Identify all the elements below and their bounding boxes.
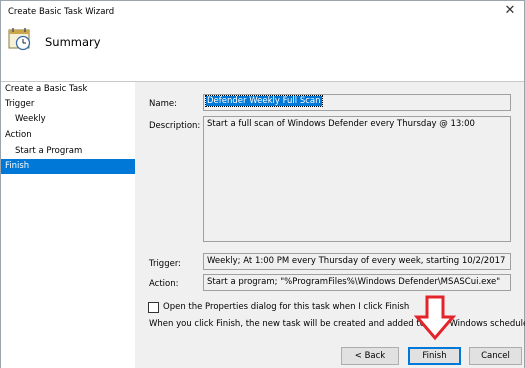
action-field[interactable]: Start a program; "%ProgramFiles%\Windows… (203, 274, 511, 291)
wizard-header: Summary (1, 23, 524, 82)
title-bar[interactable]: Create Basic Task Wizard ✕ (1, 1, 524, 23)
open-properties-checkbox[interactable] (148, 302, 159, 313)
sidebar-item-trigger[interactable]: Trigger (1, 97, 135, 112)
back-button[interactable]: < Back (341, 347, 399, 365)
finish-button[interactable]: Finish (408, 347, 461, 365)
sidebar-item-start-a-program[interactable]: Start a Program (1, 144, 135, 159)
sidebar-item-weekly[interactable]: Weekly (1, 112, 135, 127)
description-label: Description: (149, 121, 201, 131)
name-label: Name: (149, 99, 177, 109)
close-icon[interactable]: ✕ (502, 3, 518, 19)
name-field[interactable]: Defender Weekly Full Scan (203, 94, 511, 111)
task-clock-icon (8, 28, 31, 51)
red-arrow-down-icon (414, 295, 456, 341)
action-label: Action: (149, 279, 179, 289)
action-value: Start a program; "%ProgramFiles%\Windows… (207, 277, 501, 287)
name-value: Defender Weekly Full Scan (205, 95, 323, 107)
wizard-window: Create Basic Task Wizard ✕ Summary Creat… (0, 0, 525, 368)
summary-panel: Name: Defender Weekly Full Scan Descript… (135, 82, 525, 368)
finish-info-text: When you click Finish, the new task will… (149, 319, 525, 329)
trigger-value: Weekly; At 1:00 PM every Thursday of eve… (207, 256, 506, 266)
window-title: Create Basic Task Wizard (8, 7, 115, 17)
trigger-field[interactable]: Weekly; At 1:00 PM every Thursday of eve… (203, 253, 511, 270)
sidebar-item-create-basic-task[interactable]: Create a Basic Task (1, 82, 135, 97)
wizard-steps-sidebar: Create a Basic Task Trigger Weekly Actio… (1, 82, 135, 368)
sidebar-item-action[interactable]: Action (1, 128, 135, 143)
page-title: Summary (45, 35, 101, 49)
sidebar-item-finish[interactable]: Finish (1, 159, 135, 174)
open-properties-label[interactable]: Open the Properties dialog for this task… (163, 302, 409, 312)
trigger-label: Trigger: (149, 259, 182, 269)
description-field[interactable]: Start a full scan of Windows Defender ev… (203, 116, 511, 242)
cancel-button[interactable]: Cancel (469, 347, 522, 365)
description-value: Start a full scan of Windows Defender ev… (207, 119, 475, 129)
